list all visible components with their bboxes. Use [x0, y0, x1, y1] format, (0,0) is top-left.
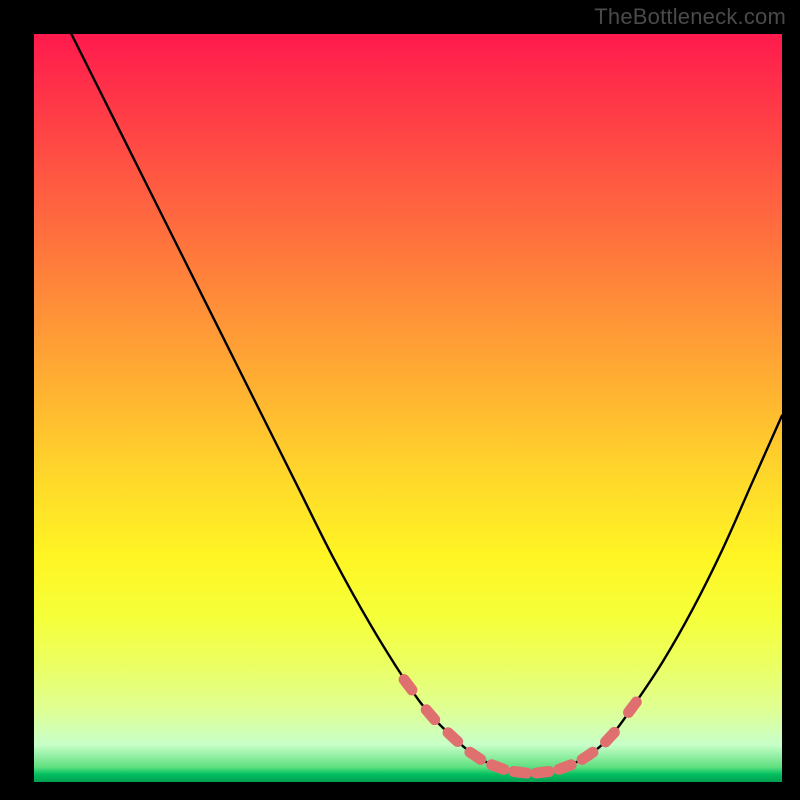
chart-frame: TheBottleneck.com [0, 0, 800, 800]
watermark-text: TheBottleneck.com [594, 4, 786, 30]
plot-area [34, 34, 782, 782]
marker-pill [552, 758, 578, 777]
marker-pill [485, 758, 511, 777]
bottleneck-curve [71, 34, 782, 773]
marker-pill [396, 672, 419, 698]
highlight-markers [396, 672, 644, 779]
marker-pill [530, 765, 555, 779]
curve-layer [34, 34, 782, 782]
marker-pill [508, 765, 533, 779]
marker-pill [621, 694, 644, 720]
